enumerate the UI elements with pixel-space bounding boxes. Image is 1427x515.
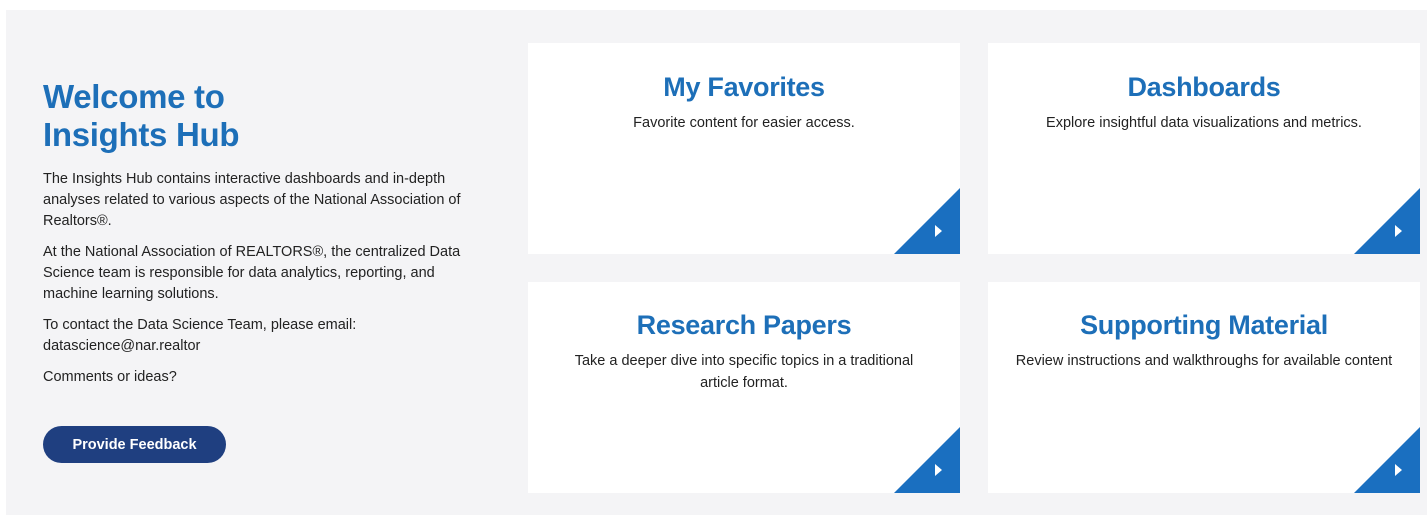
card-description: Explore insightful data visualizations a… — [1046, 115, 1362, 131]
card-my-favorites[interactable]: My Favorites Favorite content for easier… — [528, 43, 960, 254]
data-science-paragraph: At the National Association of REALTORS®… — [43, 244, 461, 302]
card-corner-link[interactable] — [894, 188, 960, 254]
card-corner-link[interactable] — [1354, 427, 1420, 493]
card-title: Research Papers — [636, 310, 852, 340]
welcome-section: Welcome to Insights Hub The Insights Hub… — [43, 78, 493, 388]
provide-feedback-button[interactable]: Provide Feedback — [43, 426, 226, 463]
play-arrow-icon — [935, 225, 942, 237]
card-description: Review instructions and walkthroughs for… — [1015, 353, 1393, 369]
card-corner-link[interactable] — [894, 427, 960, 493]
contact-paragraph: To contact the Data Science Team, please… — [43, 317, 357, 354]
card-description: Take a deeper dive into specific topics … — [574, 353, 914, 391]
card-title: My Favorites — [663, 72, 825, 102]
card-title: Supporting Material — [1080, 310, 1328, 340]
intro-paragraph: The Insights Hub contains interactive da… — [43, 171, 461, 229]
comments-prompt: Comments or ideas? — [43, 369, 177, 385]
play-arrow-icon — [1395, 464, 1402, 476]
card-research-papers[interactable]: Research Papers Take a deeper dive into … — [528, 282, 960, 493]
play-arrow-icon — [1395, 225, 1402, 237]
card-corner-link[interactable] — [1354, 188, 1420, 254]
card-supporting-material[interactable]: Supporting Material Review instructions … — [988, 282, 1420, 493]
card-dashboards[interactable]: Dashboards Explore insightful data visua… — [988, 43, 1420, 254]
card-description: Favorite content for easier access. — [633, 115, 855, 131]
card-title: Dashboards — [1127, 72, 1281, 102]
play-arrow-icon — [935, 464, 942, 476]
welcome-title: Welcome to Insights Hub — [43, 78, 240, 153]
